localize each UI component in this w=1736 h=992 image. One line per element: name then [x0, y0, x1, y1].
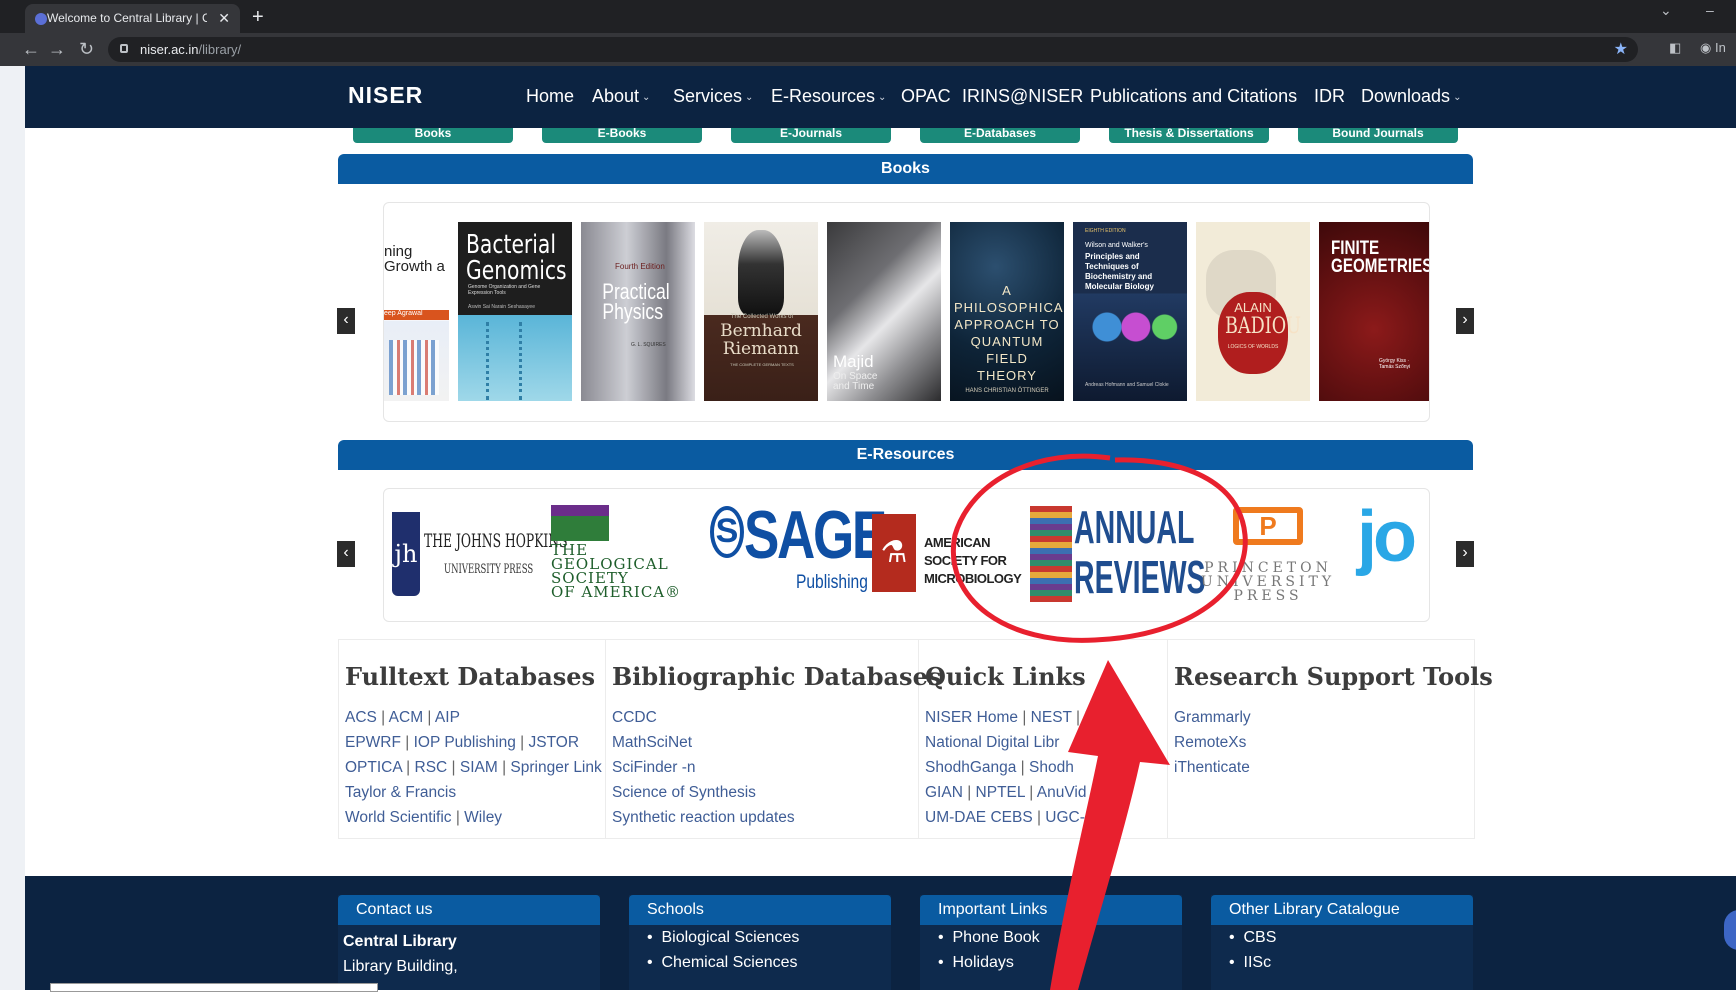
annotation-overlay: [950, 453, 1248, 990]
annotation-arrow: [1050, 660, 1170, 990]
annotation-circle: [950, 453, 1248, 643]
